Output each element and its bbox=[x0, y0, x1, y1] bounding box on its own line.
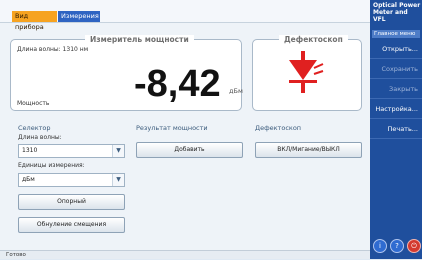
units-dropdown[interactable]: дБм ▼ bbox=[18, 173, 125, 187]
selector-title: Селектор bbox=[18, 124, 51, 132]
status-text: Готово bbox=[6, 252, 26, 258]
tab-measurements[interactable]: Измерения bbox=[58, 11, 100, 22]
reset-offset-button[interactable]: Обнуление смещения bbox=[18, 217, 125, 233]
exit-icon[interactable]: ⏻ bbox=[407, 239, 421, 253]
reference-button[interactable]: Опорный bbox=[18, 194, 125, 210]
sidebar-title: Optical Power Meter and VFL bbox=[373, 2, 421, 23]
units-value: дБм bbox=[22, 176, 35, 183]
chevron-down-icon: ▼ bbox=[112, 145, 124, 157]
sidebar-subtitle: Главное меню bbox=[372, 30, 420, 38]
wavelength-value: 1310 bbox=[22, 147, 38, 154]
sidebar-item-settings[interactable]: Настройка... bbox=[370, 99, 422, 119]
tab-bar: Вид прибора Измерения bbox=[0, 0, 370, 31]
wavelength-label: Длина волны: bbox=[18, 134, 62, 141]
power-meter-panel: Измеритель мощности Длина волны: 1310 нм… bbox=[10, 35, 243, 111]
units-label: Единицы измерения: bbox=[18, 162, 85, 169]
info-icon[interactable]: i bbox=[373, 239, 387, 253]
sidebar-item-open[interactable]: Открыть... bbox=[370, 39, 422, 59]
chevron-down-icon: ▼ bbox=[112, 174, 124, 186]
sidebar-item-print[interactable]: Печать... bbox=[370, 119, 422, 139]
main-area: Вид прибора Измерения Измеритель мощност… bbox=[0, 0, 370, 259]
power-meter-title: Измеритель мощности bbox=[85, 35, 194, 45]
power-footer-label: Мощность bbox=[17, 100, 50, 107]
vfl-toggle-button[interactable]: ВКЛ/Мигание/ВЫКЛ bbox=[255, 142, 362, 158]
vfl-section-title: Дефектоскоп bbox=[255, 124, 302, 132]
power-value: -8,42 bbox=[134, 63, 221, 105]
vfl-panel-title: Дефектоскоп bbox=[279, 35, 348, 45]
sidebar: Optical Power Meter and VFL Главное меню… bbox=[370, 0, 422, 259]
sidebar-item-close[interactable]: Закрыть bbox=[370, 79, 422, 99]
power-result-title: Результат мощности bbox=[136, 124, 208, 132]
sidebar-item-save[interactable]: Сохранить bbox=[370, 59, 422, 79]
vfl-panel: Дефектоскоп bbox=[252, 35, 362, 111]
laser-diode-icon bbox=[289, 51, 324, 93]
help-icon[interactable]: ? bbox=[390, 239, 404, 253]
wavelength-dropdown[interactable]: 1310 ▼ bbox=[18, 144, 125, 158]
add-button[interactable]: Добавить bbox=[136, 142, 243, 158]
wavelength-readout: Длина волны: 1310 нм bbox=[17, 46, 89, 53]
status-bar: Готово bbox=[0, 250, 370, 259]
tab-device-view[interactable]: Вид прибора bbox=[12, 11, 57, 31]
power-unit: дБм bbox=[229, 87, 243, 95]
